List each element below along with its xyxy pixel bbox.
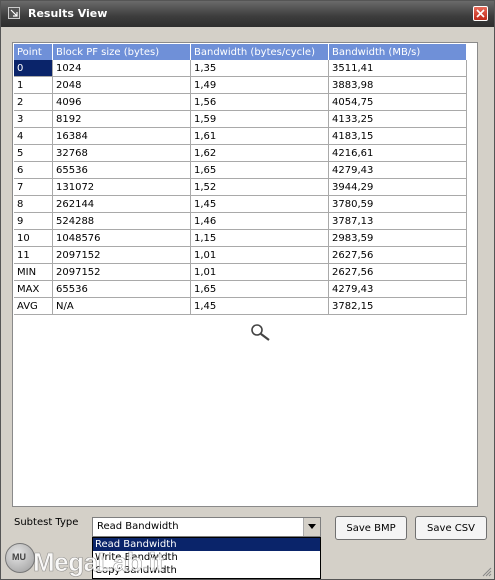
table-cell[interactable]: 1,52 [190,178,329,196]
table-row[interactable]: 6 65536 1,65 4279,43 [14,161,467,179]
table-cell[interactable]: 1,01 [190,246,329,264]
table-cell[interactable]: 1,62 [190,144,329,162]
table-cell[interactable]: 4279,43 [328,161,467,179]
results-view-window: Results View Point Block PF size (bytes)… [0,0,495,580]
table-cell[interactable]: 2097152 [52,263,191,281]
save-bmp-button[interactable]: Save BMP [335,516,407,540]
table-cell[interactable]: 2627,56 [328,246,467,264]
resize-grip-icon[interactable] [482,567,492,577]
table-cell[interactable]: 65536 [52,280,191,298]
table-cell[interactable]: 2627,56 [328,263,467,281]
table-cell[interactable]: 1,65 [190,280,329,298]
table-cell[interactable]: 4133,25 [328,110,467,128]
table-cell[interactable]: 3511,41 [328,60,467,77]
table-row[interactable]: AVG N/A 1,45 3782,15 [14,297,467,315]
table-cell[interactable]: 262144 [52,195,191,213]
table-cell[interactable]: 2048 [52,76,191,94]
table-cell[interactable]: 1,45 [190,195,329,213]
table-cell[interactable]: 32768 [52,144,191,162]
table-cell[interactable]: 2983,59 [328,229,467,247]
table-cell[interactable]: MAX [14,280,53,298]
table-cell[interactable]: 1,35 [190,60,329,77]
results-table-panel[interactable]: Point Block PF size (bytes) Bandwidth (b… [12,42,478,507]
table-cell[interactable]: 7 [14,178,53,196]
table-cell[interactable]: 8192 [52,110,191,128]
table-cell[interactable]: 4183,15 [328,127,467,145]
column-header-bandwidth-mbs[interactable]: Bandwidth (MB/s) [328,44,467,60]
table-cell[interactable]: 1 [14,76,53,94]
table-cell[interactable]: MIN [14,263,53,281]
table-cell[interactable]: 1,46 [190,212,329,230]
table-row[interactable]: 0 1024 1,35 3511,41 [14,60,467,77]
table-row[interactable]: MIN 2097152 1,01 2627,56 [14,263,467,281]
table-row[interactable]: 4 16384 1,61 4183,15 [14,127,467,145]
table-cell[interactable]: 9 [14,212,53,230]
logo-lettering: MU [12,552,26,562]
table-row[interactable]: 9 524288 1,46 3787,13 [14,212,467,230]
table-row[interactable]: 10 1048576 1,15 2983,59 [14,229,467,247]
table-cell[interactable]: 16384 [52,127,191,145]
table-cell[interactable]: AVG [14,297,53,315]
table-row[interactable]: 3 8192 1,59 4133,25 [14,110,467,128]
table-cell[interactable]: 1,15 [190,229,329,247]
table-cell[interactable]: 1,61 [190,127,329,145]
table-cell[interactable]: 65536 [52,161,191,179]
table-cell[interactable]: 1048576 [52,229,191,247]
table-header-row: Point Block PF size (bytes) Bandwidth (b… [14,44,467,60]
megalab-watermark: MU MegaLab.it [3,541,178,579]
table-cell[interactable]: 4279,43 [328,280,467,298]
table-cell[interactable]: 6 [14,161,53,179]
table-cell[interactable]: 3782,15 [328,297,467,315]
results-table: Point Block PF size (bytes) Bandwidth (b… [14,44,467,315]
table-cell[interactable]: 1,01 [190,263,329,281]
table-cell[interactable]: 1,59 [190,110,329,128]
table-row[interactable]: 1 2048 1,49 3883,98 [14,76,467,94]
table-cell[interactable]: N/A [52,297,191,315]
column-header-point[interactable]: Point [14,44,53,60]
table-cell[interactable]: 1,65 [190,161,329,179]
table-cell[interactable]: 11 [14,246,53,264]
table-cell[interactable]: 3787,13 [328,212,467,230]
title-bar[interactable]: Results View [1,1,494,27]
table-cell[interactable]: 524288 [52,212,191,230]
table-cell[interactable]: 2097152 [52,246,191,264]
megalab-logo-icon: MU [5,543,35,573]
table-row[interactable]: 11 2097152 1,01 2627,56 [14,246,467,264]
table-cell[interactable]: 2 [14,93,53,111]
table-cell[interactable]: 1,49 [190,76,329,94]
window-menu-icon[interactable] [8,7,20,19]
table-row[interactable]: 5 32768 1,62 4216,61 [14,144,467,162]
table-cell[interactable]: 4054,75 [328,93,467,111]
subtest-type-value: Read Bandwidth [97,521,179,532]
chevron-down-icon[interactable] [303,518,320,536]
table-row[interactable]: 2 4096 1,56 4054,75 [14,93,467,111]
window-title: Results View [28,7,108,20]
table-row[interactable]: MAX 65536 1,65 4279,43 [14,280,467,298]
column-header-block-size[interactable]: Block PF size (bytes) [52,44,191,60]
table-cell[interactable]: 3780,59 [328,195,467,213]
table-cell[interactable]: 3883,98 [328,76,467,94]
save-csv-button[interactable]: Save CSV [415,516,487,540]
table-cell[interactable]: 4096 [52,93,191,111]
table-cell[interactable]: 4 [14,127,53,145]
table-cell[interactable]: 8 [14,195,53,213]
table-cell[interactable]: 1024 [52,60,191,77]
table-cell[interactable]: 1,56 [190,93,329,111]
watermark-text: MegaLab.it [33,547,165,578]
column-header-bandwidth-cycle[interactable]: Bandwidth (bytes/cycle) [190,44,329,60]
table-cell[interactable]: 0 [14,60,53,77]
table-cell[interactable]: 3944,29 [328,178,467,196]
table-cell[interactable]: 5 [14,144,53,162]
magnifier-cursor-icon [251,324,270,341]
subtest-type-label: Subtest Type [14,517,79,528]
table-cell[interactable]: 131072 [52,178,191,196]
table-cell[interactable]: 10 [14,229,53,247]
table-row[interactable]: 8 262144 1,45 3780,59 [14,195,467,213]
table-cell[interactable]: 3 [14,110,53,128]
close-icon[interactable] [473,6,488,21]
table-cell[interactable]: 4216,61 [328,144,467,162]
table-cell[interactable]: 1,45 [190,297,329,315]
table-row[interactable]: 7 131072 1,52 3944,29 [14,178,467,196]
subtest-type-select[interactable]: Read Bandwidth [92,517,321,537]
